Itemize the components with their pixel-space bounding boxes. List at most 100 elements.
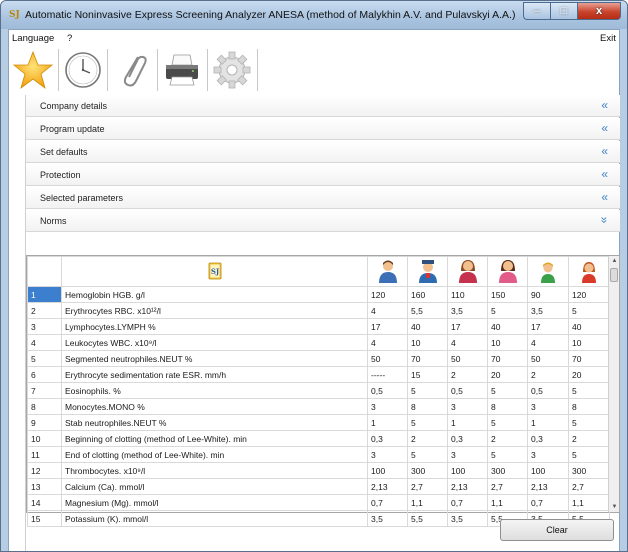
norm-value-cell[interactable]: 5 <box>407 382 448 399</box>
header-child-cell[interactable] <box>527 256 569 287</box>
norm-value-cell[interactable]: 2,7 <box>407 478 448 495</box>
norm-value-cell[interactable]: 17 <box>447 318 488 335</box>
title-bar[interactable]: SJ Automatic Noninvasive Express Screeni… <box>1 1 627 29</box>
norm-value-cell[interactable]: 100 <box>447 462 488 479</box>
norm-value-cell[interactable]: 50 <box>367 350 408 367</box>
chevron-left-icon[interactable]: « <box>601 190 608 204</box>
maximize-button[interactable]: □ <box>550 2 577 20</box>
norm-value-cell[interactable]: 3,5 <box>447 510 488 527</box>
row-number-cell[interactable]: 14 <box>27 494 62 511</box>
norm-value-cell[interactable]: 5 <box>568 414 610 431</box>
norm-value-cell[interactable]: 4 <box>367 302 408 319</box>
table-row[interactable]: 12 Thrombocytes. x10⁹/l 100 300 100 300 100 300 <box>27 462 610 479</box>
norm-value-cell[interactable]: 0,3 <box>527 430 569 447</box>
norm-value-cell[interactable]: 90 <box>527 286 569 303</box>
row-number-cell[interactable]: 5 <box>27 350 62 367</box>
norm-value-cell[interactable]: 1 <box>447 414 488 431</box>
scroll-up-icon[interactable]: ▲ <box>609 256 620 266</box>
norm-value-cell[interactable]: 10 <box>568 334 610 351</box>
norm-value-cell[interactable]: 2 <box>568 430 610 447</box>
table-row[interactable]: 6 Erythrocyte sedimentation rate ESR. mm/… <box>27 366 610 383</box>
norm-value-cell[interactable]: 0,3 <box>447 430 488 447</box>
norm-value-cell[interactable]: 2 <box>487 430 528 447</box>
norm-value-cell[interactable]: 40 <box>407 318 448 335</box>
norm-value-cell[interactable]: 8 <box>568 398 610 415</box>
table-row[interactable]: 1 Hemoglobin HGB. g/l 120 160 110 150 90 120 <box>27 286 610 303</box>
chevron-left-icon[interactable]: « <box>601 144 608 158</box>
vertical-scrollbar[interactable]: ▲ ▼ <box>608 256 619 512</box>
row-number-cell[interactable]: 7 <box>27 382 62 399</box>
norm-value-cell[interactable]: 5 <box>568 446 610 463</box>
norm-value-cell[interactable]: 70 <box>568 350 610 367</box>
norm-value-cell[interactable]: 3,5 <box>527 302 569 319</box>
norm-value-cell[interactable]: 120 <box>367 286 408 303</box>
norm-value-cell[interactable]: 3 <box>367 398 408 415</box>
norm-value-cell[interactable]: 3,5 <box>447 302 488 319</box>
norm-value-cell[interactable]: 50 <box>447 350 488 367</box>
norm-value-cell[interactable]: 1 <box>527 414 569 431</box>
norm-value-cell[interactable]: 160 <box>407 286 448 303</box>
header-woman-pink-cell[interactable] <box>487 256 528 287</box>
norm-value-cell[interactable]: 100 <box>527 462 569 479</box>
norm-value-cell[interactable]: 150 <box>487 286 528 303</box>
section-program-update[interactable]: Program update « <box>26 118 620 140</box>
table-row[interactable]: 13 Calcium (Ca). mmol/l 2,13 2,7 2,13 2,7 2,13… <box>27 478 610 495</box>
norm-value-cell[interactable]: 1 <box>367 414 408 431</box>
norm-value-cell[interactable]: 5 <box>487 302 528 319</box>
norm-value-cell[interactable]: 1,1 <box>568 494 610 511</box>
row-number-cell[interactable]: 11 <box>27 446 62 463</box>
norm-value-cell[interactable]: 100 <box>367 462 408 479</box>
row-number-cell[interactable]: 10 <box>27 430 62 447</box>
norm-value-cell[interactable]: 5,5 <box>407 302 448 319</box>
scroll-thumb[interactable] <box>610 268 618 282</box>
norm-value-cell[interactable]: 10 <box>487 334 528 351</box>
gear-icon[interactable] <box>210 49 254 91</box>
norm-value-cell[interactable]: 0,7 <box>447 494 488 511</box>
table-row[interactable]: 14 Magnesium (Mg). mmol/l 0,7 1,1 0,7 1,1 0,7 1… <box>27 494 610 511</box>
norm-value-cell[interactable]: 40 <box>568 318 610 335</box>
norm-value-cell[interactable]: 10 <box>407 334 448 351</box>
norm-value-cell[interactable]: 4 <box>447 334 488 351</box>
section-company-details[interactable]: Company details « <box>26 95 620 117</box>
header-woman-cell[interactable] <box>447 256 488 287</box>
norm-value-cell[interactable]: 2,7 <box>568 478 610 495</box>
norm-value-cell[interactable]: 3 <box>447 398 488 415</box>
norm-value-cell[interactable]: 3 <box>527 446 569 463</box>
norm-value-cell[interactable]: 1,1 <box>487 494 528 511</box>
norm-value-cell[interactable]: 20 <box>568 366 610 383</box>
menu-help[interactable]: ? <box>67 33 72 44</box>
norm-value-cell[interactable]: 4 <box>527 334 569 351</box>
table-row[interactable]: 4 Leukocytes WBC. x10⁹/l 4 10 4 10 4 10 <box>27 334 610 351</box>
norm-value-cell[interactable]: 8 <box>487 398 528 415</box>
chevron-left-icon[interactable]: « <box>601 98 608 112</box>
table-row[interactable]: 5 Segmented neutrophiles.NEUT % 50 70 50 70 50… <box>27 350 610 367</box>
section-selected-parameters[interactable]: Selected parameters « <box>26 187 620 209</box>
table-row[interactable]: 9 Stab neutrophiles.NEUT % 1 5 1 5 1 5 <box>27 414 610 431</box>
norm-value-cell[interactable]: 0,7 <box>527 494 569 511</box>
norm-value-cell[interactable]: 15 <box>407 366 448 383</box>
norm-value-cell[interactable]: 2,7 <box>487 478 528 495</box>
norm-value-cell[interactable]: 5 <box>487 382 528 399</box>
norm-value-cell[interactable]: 3 <box>527 398 569 415</box>
clear-button[interactable]: Clear <box>500 519 614 541</box>
norm-value-cell[interactable]: 17 <box>527 318 569 335</box>
norm-value-cell[interactable]: 2 <box>407 430 448 447</box>
norm-value-cell[interactable]: 300 <box>487 462 528 479</box>
section-norms[interactable]: Norms » <box>26 210 620 232</box>
menu-exit[interactable]: Exit <box>600 33 616 44</box>
norm-value-cell[interactable]: 5 <box>568 302 610 319</box>
norm-value-cell[interactable]: 1,1 <box>407 494 448 511</box>
chevron-left-icon[interactable]: « <box>601 167 608 181</box>
scroll-down-icon[interactable]: ▼ <box>609 502 620 512</box>
norm-value-cell[interactable]: 20 <box>487 366 528 383</box>
norm-value-cell[interactable]: 70 <box>407 350 448 367</box>
table-row[interactable]: 3 Lymphocytes.LYMPH % 17 40 17 40 17 40 <box>27 318 610 335</box>
row-number-cell[interactable]: 15 <box>27 510 62 527</box>
norm-value-cell[interactable]: 3,5 <box>367 510 408 527</box>
norm-value-cell[interactable]: 300 <box>407 462 448 479</box>
norm-value-cell[interactable]: 4 <box>367 334 408 351</box>
row-number-cell[interactable]: 9 <box>27 414 62 431</box>
row-number-cell[interactable]: 3 <box>27 318 62 335</box>
table-row[interactable]: 10 Beginning of clotting (method of Lee-W… <box>27 430 610 447</box>
norm-value-cell[interactable]: 5,5 <box>407 510 448 527</box>
